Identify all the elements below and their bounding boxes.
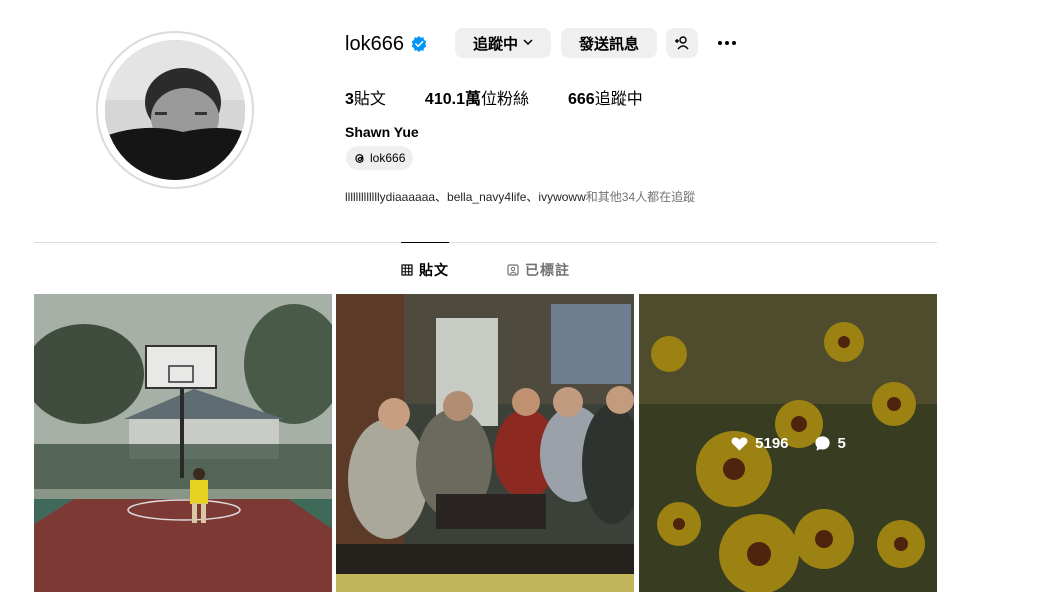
comments-stat: 5 xyxy=(813,434,846,453)
posts-count: 3 xyxy=(345,91,354,108)
posts-stat-label: 貼文 xyxy=(353,91,386,108)
basketball-court-image xyxy=(34,294,332,592)
following-count: 666 xyxy=(567,91,595,108)
threads-link[interactable]: lok666 xyxy=(346,146,413,170)
followers-count: 410.1萬 xyxy=(424,91,481,108)
posts-stat[interactable]: 3貼文 xyxy=(345,85,386,109)
grid-icon xyxy=(401,264,413,276)
likes-stat: 5196 xyxy=(730,434,789,453)
add-user-button[interactable] xyxy=(666,28,698,58)
following-stat[interactable]: 666追蹤中 xyxy=(568,85,643,109)
post-hover-overlay: 5196 5 xyxy=(639,294,937,592)
following-stat-label: 追蹤中 xyxy=(594,91,643,108)
profile-stats: 3貼文 410.1萬位粉絲 666追蹤中 xyxy=(345,85,682,109)
threads-handle: lok666 xyxy=(370,151,406,165)
followers-stat[interactable]: 410.1萬位粉絲 xyxy=(425,85,529,109)
followed-by-suffix: 和其他34人都在追蹤 xyxy=(585,190,696,204)
verified-badge-icon xyxy=(411,35,427,53)
active-tab-indicator xyxy=(401,242,449,243)
more-options-icon[interactable] xyxy=(713,30,741,56)
post-thumbnail-1[interactable] xyxy=(34,294,332,592)
following-button-label: 追蹤中 xyxy=(472,35,518,53)
send-message-button[interactable]: 發送訊息 xyxy=(561,28,657,58)
tab-tagged-label: 已標註 xyxy=(525,262,570,278)
send-message-label: 發送訊息 xyxy=(578,35,639,53)
following-button[interactable]: 追蹤中 xyxy=(455,28,551,58)
heart-icon xyxy=(731,436,748,451)
tagged-icon xyxy=(507,264,519,276)
chevron-down-icon xyxy=(523,37,533,49)
likes-count: 5196 xyxy=(755,434,789,452)
threads-icon xyxy=(355,153,364,163)
tab-posts-label: 貼文 xyxy=(419,262,449,278)
comments-count: 5 xyxy=(837,434,846,452)
comment-icon xyxy=(814,435,830,451)
post-thumbnail-2[interactable] xyxy=(336,294,634,592)
tab-posts[interactable]: 貼文 xyxy=(401,260,449,280)
avatar[interactable] xyxy=(105,40,245,180)
followed-by-text[interactable]: lllllllllllllydiaaaaaa、bella_navy4life、i… xyxy=(345,188,695,205)
post-thumbnail-3[interactable]: 5196 5 xyxy=(639,294,937,592)
profile-avatar-ring[interactable] xyxy=(96,31,254,189)
followers-stat-label: 位粉絲 xyxy=(480,91,529,108)
tab-tagged[interactable]: 已標註 xyxy=(507,260,570,280)
profile-username: lok666 xyxy=(345,33,404,55)
followed-by-users: lllllllllllllydiaaaaaa、bella_navy4life、i… xyxy=(345,190,586,204)
group-photo-image xyxy=(336,294,634,592)
profile-full-name: Shawn Yue xyxy=(345,124,419,140)
tabs-divider xyxy=(34,242,937,243)
add-user-icon xyxy=(675,36,689,50)
avatar-image xyxy=(105,40,245,180)
